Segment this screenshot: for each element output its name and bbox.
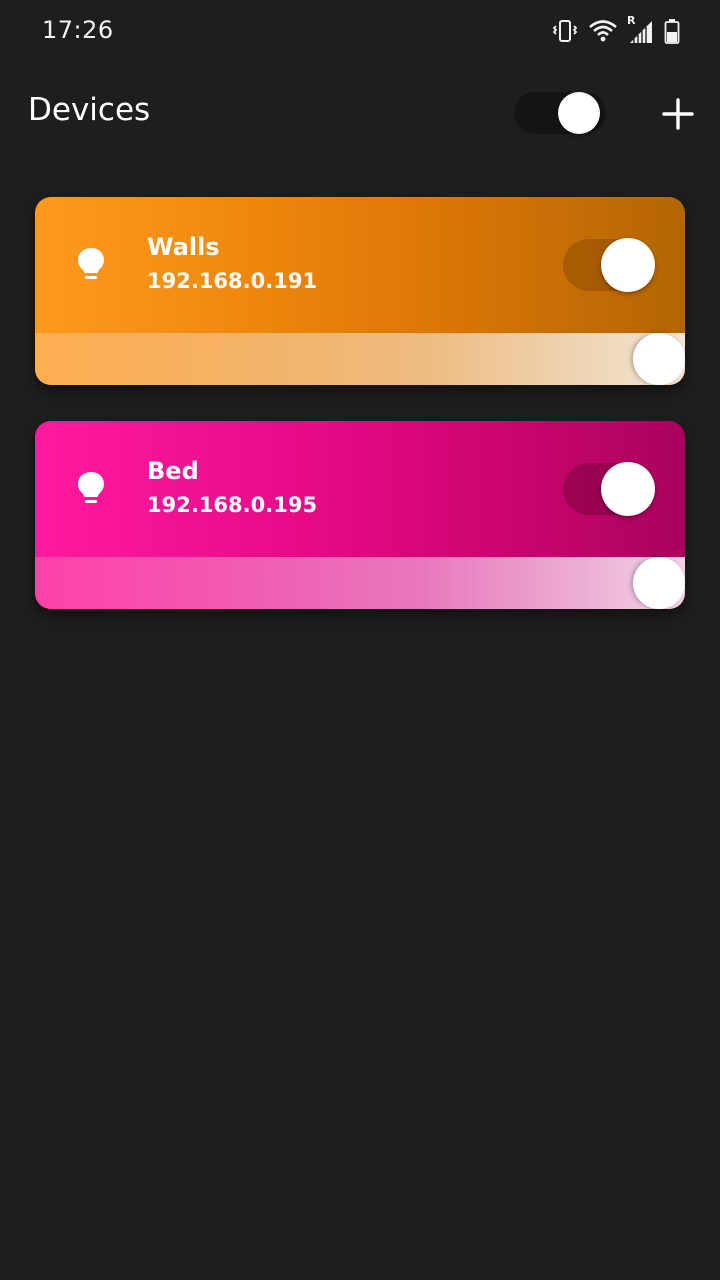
status-bar: 17:26 R	[0, 0, 720, 64]
brightness-slider[interactable]	[35, 557, 685, 609]
slider-thumb[interactable]	[633, 557, 685, 609]
device-power-toggle[interactable]	[563, 238, 655, 292]
app-header: Devices	[0, 80, 720, 144]
device-ip: 192.168.0.195	[147, 493, 318, 517]
device-name: Walls	[147, 233, 220, 261]
lightbulb-icon	[75, 245, 107, 285]
signal-roaming-icon: R	[627, 14, 654, 44]
status-time: 17:26	[42, 16, 114, 44]
device-card-walls[interactable]: Walls 192.168.0.191	[35, 197, 685, 385]
device-power-toggle[interactable]	[563, 462, 655, 516]
brightness-slider[interactable]	[35, 333, 685, 385]
master-power-toggle[interactable]	[514, 92, 606, 134]
lightbulb-icon	[75, 469, 107, 509]
slider-thumb[interactable]	[633, 333, 685, 385]
roaming-label: R	[627, 14, 636, 27]
add-device-button[interactable]	[660, 96, 696, 132]
wifi-icon	[588, 18, 618, 44]
page-title: Devices	[28, 92, 151, 128]
toggle-knob	[601, 462, 655, 516]
toggle-knob	[601, 238, 655, 292]
vibrate-icon	[552, 18, 578, 44]
device-card-bed[interactable]: Bed 192.168.0.195	[35, 421, 685, 609]
plus-icon	[662, 98, 694, 130]
status-icons: R	[552, 14, 680, 44]
device-name: Bed	[147, 457, 199, 485]
toggle-knob	[558, 92, 600, 134]
device-ip: 192.168.0.191	[147, 269, 318, 293]
battery-icon	[664, 18, 680, 44]
